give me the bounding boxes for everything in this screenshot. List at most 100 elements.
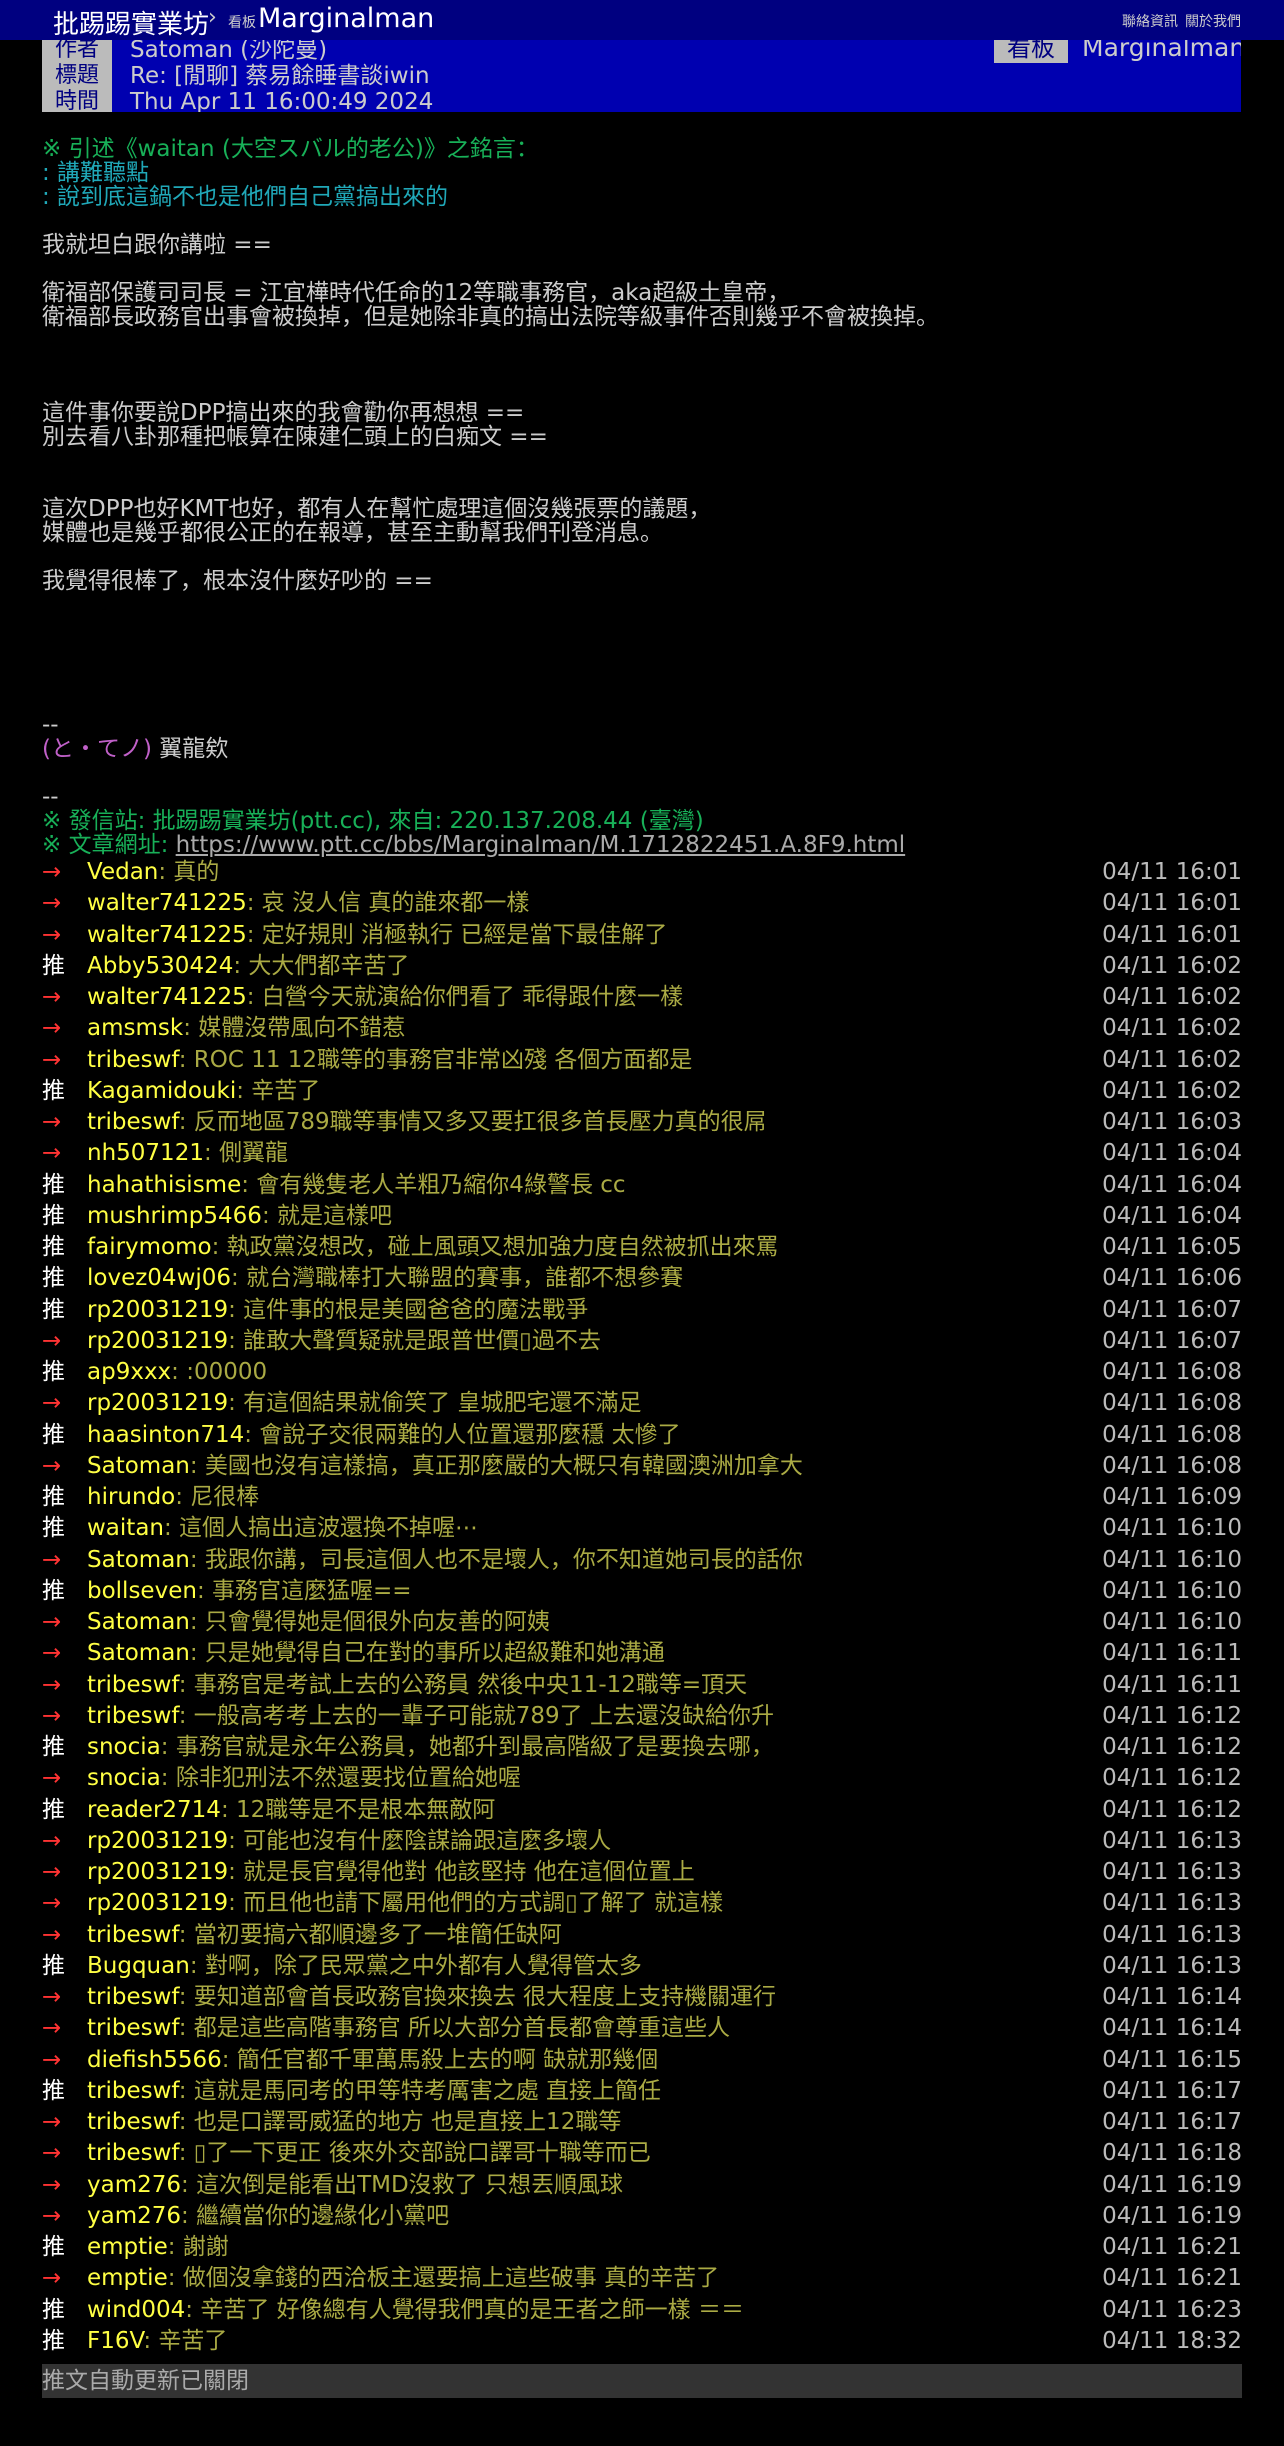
push-row: → Satoman: 我跟你講，司長這個人也不是壞人，你不知道她司長的話你 04/1…: [42, 1545, 1242, 1576]
push-tag-arrow: →: [42, 2015, 62, 2042]
board-name-link[interactable]: Marginalman: [258, 3, 434, 34]
author-value: Satoman (沙陀曼): [130, 40, 328, 63]
push-content: : 我跟你講，司長這個人也不是壞人，你不知道她司長的話你: [189, 1546, 803, 1573]
push-time: 04/11 16:12: [1102, 1702, 1242, 1729]
push-user: nh507121: 側翼龍: [87, 1140, 289, 1167]
push-tag-up: 推: [42, 1234, 65, 1260]
time-row: 時間 Thu Apr 11 16:00:49 2024: [42, 88, 1241, 112]
push-time: 04/11 16:10: [1102, 1546, 1242, 1573]
push-tag-arrow: →: [42, 1046, 62, 1073]
push-row: → walter741225: 白營今天就演給你們看了 乖得跟什麼一樣 04/11 …: [42, 982, 1242, 1013]
push-user: Satoman: 我跟你講，司長這個人也不是壞人，你不知道她司長的話你: [87, 1546, 803, 1573]
push-time: 04/11 16:10: [1102, 1577, 1242, 1604]
push-time: 04/11 16:17: [1102, 2109, 1242, 2135]
push-tag-arrow: →: [42, 921, 62, 948]
title-value: Re: [閒聊] 蔡易餘睡書談iwin: [130, 63, 430, 89]
push-content: : 也是口譯哥威猛的地方 也是直接上12職等: [178, 2109, 622, 2135]
push-user: ap9xxx: :00000: [87, 1359, 268, 1385]
push-content: : 要知道部會首長政務官換來換去 很大程度上支持機關運行: [178, 1984, 777, 2010]
push-tag-up: 推: [42, 1796, 65, 1823]
site-name-link[interactable]: 批踢踢實業坊: [53, 4, 209, 40]
push-user: rp20031219: 而且他也請下屬用他們的方式調▯了解了 就這樣: [87, 1890, 724, 1917]
push-time: 04/11 16:06: [1102, 1265, 1242, 1292]
push-time: 04/11 16:18: [1102, 2140, 1242, 2167]
push-content: : 事務官這麼猛喔==: [196, 1577, 412, 1604]
push-row: → Satoman: 美國也沒有這樣搞，真正那麼嚴的大概只有韓國澳洲加拿大 04/1…: [42, 1451, 1242, 1482]
about-link[interactable]: 關於我們: [1185, 11, 1241, 31]
push-content: : 有這個結果就偷笑了 皇城肥宅還不滿足: [228, 1390, 642, 1417]
push-content: : 就台灣職棒打大聯盟的賽事，誰都不想參賽: [231, 1265, 684, 1292]
push-content: : 定好規則 消極執行 已經是當下最佳解了: [246, 921, 668, 948]
top-bar: 批踢踢實業坊 › 看板 Marginalman 聯絡資訊 關於我們: [0, 0, 1284, 40]
push-row: → tribeswf: 事務官是考試上去的公務員 然後中央11-12職等=頂天 04…: [42, 1670, 1242, 1701]
push-tag-arrow: →: [42, 2171, 62, 2198]
push-time: 04/11 16:17: [1102, 2077, 1242, 2104]
push-user: tribeswf: 也是口譯哥威猛的地方 也是直接上12職等: [87, 2109, 622, 2135]
push-time: 04/11 16:02: [1102, 1077, 1242, 1104]
push-content: : 這次倒是能看出TMD沒救了 只想丟順風球: [181, 2171, 623, 2198]
push-content: : 而且他也請下屬用他們的方式調▯了解了 就這樣: [228, 1890, 724, 1917]
push-time: 04/11 16:10: [1102, 1609, 1242, 1635]
push-tag-arrow: →: [42, 1015, 62, 1042]
push-content: : 這就是馬同考的甲等特考厲害之處 直接上簡任: [178, 2077, 662, 2104]
push-row: 推 rp20031219: 這件事的根是美國爸爸的魔法戰爭 04/11 16:07: [42, 1295, 1242, 1326]
push-time: 04/11 16:14: [1102, 2015, 1242, 2042]
body-line: 媒體也是幾乎都很公正的在報導，甚至主動幫我們刊登消息。: [42, 520, 663, 546]
push-row: → nh507121: 側翼龍 04/11 16:04: [42, 1138, 1242, 1169]
push-time: 04/11 16:13: [1102, 1859, 1242, 1885]
body-line: 衛福部長政務官出事會被換掉，但是她除非真的搞出法院等級事件否則幾乎不會被換掉。: [42, 304, 939, 330]
push-time: 04/11 16:05: [1102, 1234, 1242, 1260]
push-content: : 執政黨沒想改，碰上風頭又想加強力度自然被抓出來罵: [211, 1234, 779, 1260]
push-row: → tribeswf: 要知道部會首長政務官換來換去 很大程度上支持機關運行 04/…: [42, 1982, 1242, 2013]
auto-update-status-text: 推文自動更新已關閉: [42, 2368, 249, 2394]
push-tag-up: 推: [42, 2234, 65, 2260]
body-line: 衛福部保護司司長 = 江宜樺時代任命的12等職事務官，aka超級土皇帝，: [42, 280, 791, 306]
push-user: haasinton714: 會說子交很兩難的人位置還那麼穩 太慘了: [87, 1421, 681, 1448]
push-user: Bugquan: 對啊，除了民眾黨之中外都有人覺得管太多: [87, 1952, 642, 1979]
push-time: 04/11 16:04: [1102, 1171, 1242, 1198]
push-tag-up: 推: [42, 1484, 65, 1510]
url-label: ※ 文章網址:: [42, 832, 176, 858]
push-time: 04/11 16:21: [1102, 2234, 1242, 2260]
push-row: → tribeswf: ROC 11 12職等的事務官非常凶殘 各個方面都是 04/…: [42, 1045, 1242, 1076]
body-line: 這次DPP也好KMT也好，都有人在幫忙處理這個沒幾張票的議題，: [42, 496, 712, 522]
push-tag-up: 推: [42, 1952, 65, 1979]
push-row: → emptie: 做個沒拿錢的西洽板主還要搞上這些破事 真的辛苦了 04/11 1…: [42, 2263, 1242, 2294]
push-content: : 會有幾隻老人羊粗乃縮你4綠警長 cc: [241, 1171, 626, 1198]
push-user: hahathisisme: 會有幾隻老人羊粗乃縮你4綠警長 cc: [87, 1171, 626, 1198]
push-row: 推 snocia: 事務官就是永年公務員，她都升到最高階級了是要換去哪， 04/11…: [42, 1732, 1242, 1763]
push-tag-arrow: →: [42, 1609, 62, 1635]
contact-link[interactable]: 聯絡資訊: [1122, 11, 1178, 31]
author-label: 作者: [42, 40, 112, 64]
push-time: 04/11 16:23: [1102, 2296, 1242, 2323]
article-url-link[interactable]: https://www.ptt.cc/bbs/Marginalman/M.171…: [176, 832, 906, 858]
footer-separator: --: [42, 784, 59, 810]
push-user: Satoman: 美國也沒有這樣搞，真正那麼嚴的大概只有韓國澳洲加拿大: [87, 1452, 803, 1479]
push-content: : 都是這些高階事務官 所以大部分首長都會尊重這些人: [178, 2015, 731, 2042]
push-time: 04/11 16:19: [1102, 2202, 1242, 2229]
push-tag-up: 推: [42, 952, 65, 979]
push-row: 推 ap9xxx: :00000 04/11 16:08: [42, 1357, 1242, 1388]
body-line: 我覺得很棒了，根本沒什麼好吵的 ==: [42, 568, 433, 594]
push-tag-arrow: →: [42, 1671, 62, 1698]
push-user: Satoman: 只是她覺得自己在對的事所以超級難和她溝通: [87, 1640, 665, 1667]
push-user: mushrimp5466: 就是這樣吧: [87, 1202, 392, 1229]
push-content: : 對啊，除了民眾黨之中外都有人覺得管太多: [189, 1952, 642, 1979]
push-content: : 事務官就是永年公務員，她都升到最高階級了是要換去哪，: [160, 1734, 774, 1760]
push-row: 推 hirundo: 尼很棒 04/11 16:09: [42, 1482, 1242, 1513]
push-content: : 就是長官覺得他對 他該堅持 他在這個位置上: [228, 1859, 695, 1885]
push-time: 04/11 16:04: [1102, 1140, 1242, 1167]
push-user: Satoman: 只會覺得她是個很外向友善的阿姨: [87, 1609, 550, 1635]
body-line: 這件事你要說DPP搞出來的我會勸你再想想 ==: [42, 400, 525, 426]
push-content: : 一般高考考上去的一輩子可能就789了 上去還沒缺給你升: [178, 1702, 774, 1729]
auto-update-status-bar[interactable]: 推文自動更新已關閉: [42, 2364, 1242, 2398]
push-row: → amsmsk: 媒體沒帶風向不錯惹 04/11 16:02: [42, 1013, 1242, 1044]
push-row: → Satoman: 只是她覺得自己在對的事所以超級難和她溝通 04/11 16:1…: [42, 1638, 1242, 1669]
quote-line: : 講難聽點: [42, 160, 150, 186]
push-user: snocia: 事務官就是永年公務員，她都升到最高階級了是要換去哪，: [87, 1734, 774, 1760]
push-tag-arrow: →: [42, 1827, 62, 1854]
push-time: 04/11 16:02: [1102, 1046, 1242, 1073]
push-content: : 媒體沒帶風向不錯惹: [183, 1015, 406, 1042]
push-content: : 謝謝: [167, 2234, 229, 2260]
push-user: tribeswf: 一般高考考上去的一輩子可能就789了 上去還沒缺給你升: [87, 1702, 774, 1729]
